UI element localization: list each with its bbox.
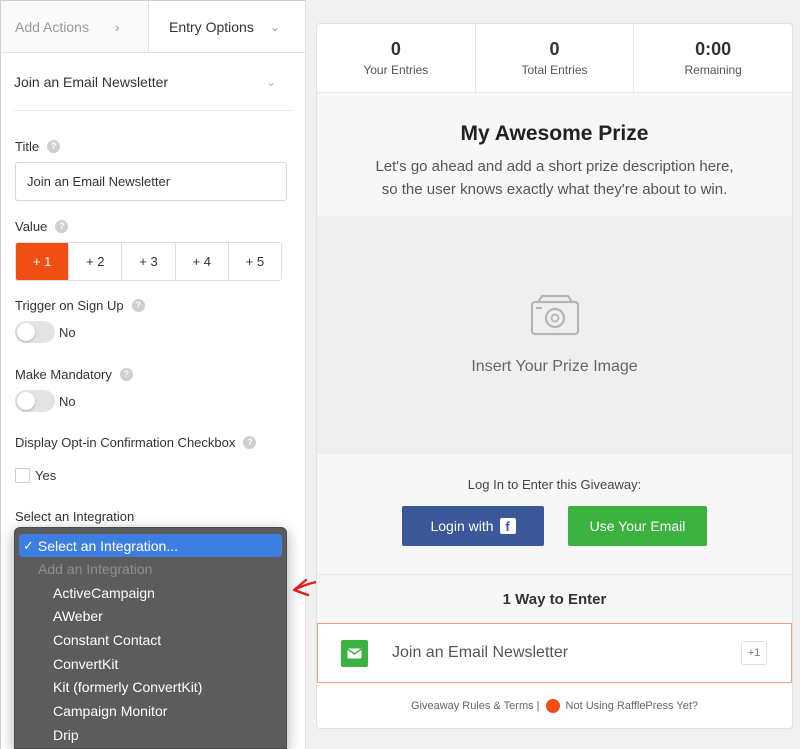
dropdown-option-convertkit[interactable]: ConvertKit — [15, 652, 286, 676]
stat-label: Total Entries — [521, 63, 588, 77]
tab-entry-options-label: Entry Options — [169, 18, 254, 35]
stat-value: 0:00 — [695, 39, 732, 59]
prize-description: Let's go ahead and add a short prize des… — [317, 155, 792, 201]
use-email-label: Use Your Email — [589, 518, 686, 534]
login-prompt: Log In to Enter this Giveaway: — [467, 477, 642, 492]
facebook-icon: f — [499, 518, 516, 534]
help-icon[interactable]: ? — [243, 436, 257, 449]
optin-label-text: Display Opt-in Confirmation Checkbox — [15, 435, 236, 450]
tab-add-actions[interactable]: Add Actions › — [1, 1, 149, 52]
trigger-toggle-row: No — [15, 321, 76, 343]
trigger-state: No — [59, 324, 76, 340]
optin-checkbox[interactable] — [15, 468, 30, 483]
value-option-2[interactable]: + 2 — [69, 243, 123, 280]
value-option-4[interactable]: + 4 — [175, 243, 229, 280]
integration-dropdown[interactable]: ✓ Select an Integration... Add an Integr… — [14, 527, 287, 749]
login-section: Log In to Enter this Giveaway: Login wit… — [317, 454, 792, 575]
login-buttons: Login with f Use Your Email — [317, 506, 792, 546]
chevron-right-icon: › — [114, 18, 120, 35]
stat-label: Remaining — [684, 63, 742, 77]
stat-total-entries: 0 Total Entries — [476, 24, 635, 92]
entry-points-badge: +1 — [741, 641, 767, 665]
stat-remaining: 0:00 Remaining — [634, 24, 792, 92]
value-option-1[interactable]: + 1 — [16, 243, 70, 280]
preview-footer: Giveaway Rules & Terms | Not Using Raffl… — [317, 683, 792, 728]
mandatory-label-text: Make Mandatory — [15, 367, 112, 382]
dropdown-option-aweber[interactable]: AWeber — [15, 604, 286, 628]
tab-entry-options[interactable]: Entry Options ⌄ — [149, 1, 305, 52]
mandatory-state: No — [59, 393, 76, 409]
value-label: Value ? — [15, 219, 69, 234]
title-label: Title ? — [15, 139, 61, 154]
optin-checkbox-row: Yes — [15, 468, 56, 483]
ways-to-enter-title: 1 Way to Enter — [502, 590, 607, 608]
dropdown-option-drip[interactable]: Drip — [15, 723, 286, 747]
entry-action-label: Join an Email Newsletter — [392, 644, 569, 661]
chevron-down-icon: ⌄ — [265, 74, 276, 89]
title-input-value: Join an Email Newsletter — [27, 174, 171, 189]
dropdown-option-constant-contact[interactable]: Constant Contact — [15, 628, 286, 652]
giveaway-preview: 0 Your Entries 0 Total Entries 0:00 Rema… — [316, 23, 793, 729]
prize-title: My Awesome Prize — [460, 122, 649, 145]
checkmark-icon: ✓ — [23, 537, 34, 553]
integration-label-text: Select an Integration — [15, 509, 135, 524]
chevron-down-icon: ⌄ — [269, 19, 280, 34]
value-option-5[interactable]: + 5 — [228, 243, 281, 280]
toggle-knob — [17, 323, 35, 341]
use-email-button[interactable]: Use Your Email — [568, 506, 707, 546]
prize-description-line: so the user knows exactly what they're a… — [381, 181, 728, 198]
camera-icon — [530, 294, 579, 336]
mandatory-toggle[interactable] — [15, 390, 55, 412]
action-section-title: Join an Email Newsletter — [14, 73, 169, 90]
value-selector: + 1 + 2 + 3 + 4 + 5 — [15, 242, 282, 281]
ways-to-enter-heading: 1 Way to Enter — [317, 575, 792, 623]
trigger-toggle[interactable] — [15, 321, 55, 343]
rafflepress-logo-icon — [545, 699, 560, 713]
title-label-text: Title — [15, 139, 40, 154]
dropdown-group-label: Add an Integration — [38, 560, 153, 577]
value-option-3[interactable]: + 3 — [122, 243, 176, 280]
prize-image-caption: Insert Your Prize Image — [471, 358, 638, 375]
help-icon[interactable]: ? — [55, 220, 69, 233]
stat-value: 0 — [390, 39, 401, 59]
prize-image-placeholder[interactable]: Insert Your Prize Image — [317, 216, 792, 454]
value-label-text: Value — [15, 219, 48, 234]
dropdown-option-activecampaign[interactable]: ActiveCampaign — [15, 581, 286, 605]
trigger-label-text: Trigger on Sign Up — [15, 298, 124, 313]
prize-header: My Awesome Prize Let's go ahead and add … — [317, 93, 792, 216]
optin-label: Display Opt-in Confirmation Checkbox ? — [15, 435, 257, 450]
tab-add-actions-label: Add Actions — [15, 18, 89, 35]
panel-tabs: Add Actions › Entry Options ⌄ — [1, 1, 305, 53]
dropdown-option-selected[interactable]: ✓ Select an Integration... — [19, 534, 282, 557]
rafflepress-promo-link[interactable]: Not Using RafflePress Yet? — [566, 700, 698, 712]
dropdown-selected-label: Select an Integration... — [37, 537, 178, 554]
help-icon[interactable]: ? — [131, 299, 145, 312]
action-section-header[interactable]: Join an Email Newsletter ⌄ — [14, 53, 292, 111]
login-facebook-label: Login with — [430, 518, 494, 534]
rules-link[interactable]: Giveaway Rules & Terms | — [411, 700, 540, 712]
stat-value: 0 — [549, 39, 560, 59]
help-icon[interactable]: ? — [47, 140, 61, 153]
optin-checkbox-label: Yes — [35, 468, 57, 483]
title-input[interactable]: Join an Email Newsletter — [15, 162, 287, 201]
stats-bar: 0 Your Entries 0 Total Entries 0:00 Rema… — [317, 24, 792, 93]
stat-label: Your Entries — [363, 63, 429, 77]
mandatory-label: Make Mandatory ? — [15, 367, 133, 382]
prize-description-line: Let's go ahead and add a short prize des… — [375, 158, 734, 175]
stat-your-entries: 0 Your Entries — [317, 24, 476, 92]
entry-action-row[interactable]: Join an Email Newsletter +1 — [317, 623, 792, 683]
envelope-icon — [341, 639, 368, 667]
integration-label: Select an Integration — [15, 509, 134, 524]
dropdown-option-kit[interactable]: Kit (formerly ConvertKit) — [15, 675, 286, 699]
help-icon[interactable]: ? — [119, 368, 133, 381]
login-facebook-button[interactable]: Login with f — [402, 506, 544, 546]
mandatory-toggle-row: No — [15, 390, 76, 412]
toggle-knob — [17, 392, 35, 410]
trigger-label: Trigger on Sign Up ? — [15, 298, 145, 313]
dropdown-option-campaign-monitor[interactable]: Campaign Monitor — [15, 699, 286, 723]
